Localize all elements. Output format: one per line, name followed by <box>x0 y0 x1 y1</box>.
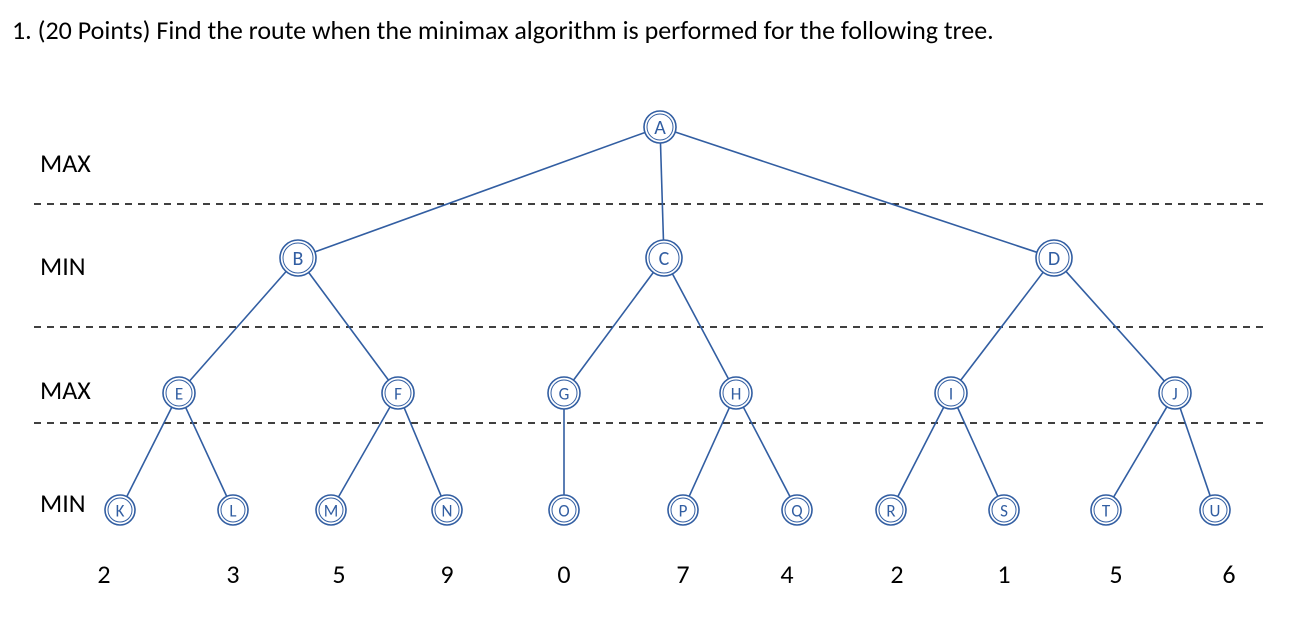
level-separators <box>34 204 1266 423</box>
node-label-R: R <box>886 501 895 522</box>
edge-E-K <box>127 407 172 496</box>
edge-F-M <box>338 407 390 497</box>
node-label-Q: Q <box>791 501 803 522</box>
leaf-value-S: 1 <box>997 558 1010 590</box>
leaf-value-T: 5 <box>1109 558 1122 590</box>
node-N: N <box>432 495 462 525</box>
edge-J-T <box>1114 407 1167 497</box>
edge-A-B <box>315 132 645 251</box>
node-label-P: P <box>679 501 688 522</box>
node-K: K <box>105 495 135 525</box>
node-label-B: B <box>293 247 304 271</box>
node-label-T: T <box>1102 501 1111 522</box>
leaf-values: 2 3 5 9 0 7 4 2 1 5 6 <box>97 558 1235 590</box>
node-J: J <box>1159 377 1191 409</box>
node-M: M <box>316 495 346 525</box>
edge-C-H <box>672 274 728 379</box>
edge-H-Q <box>743 407 790 497</box>
node-label-I: I <box>949 384 953 405</box>
node-G: G <box>548 377 580 409</box>
node-label-L: L <box>229 501 236 522</box>
edge-F-N <box>404 408 441 496</box>
node-label-K: K <box>116 501 125 522</box>
edge-A-D <box>675 132 1037 252</box>
edge-B-E <box>190 272 287 381</box>
edge-E-L <box>186 408 227 497</box>
node-E: E <box>163 377 195 409</box>
edge-D-J <box>1066 271 1164 381</box>
leaf-value-M: 5 <box>332 558 345 590</box>
node-C: C <box>646 240 682 276</box>
node-label-U: U <box>1210 501 1221 522</box>
node-R: R <box>876 495 906 525</box>
node-label-G: G <box>559 384 570 405</box>
node-label-O: O <box>558 501 569 522</box>
node-label-E: E <box>175 384 183 405</box>
node-S: S <box>989 495 1019 525</box>
leaf-value-R: 2 <box>890 558 903 590</box>
edge-A-C <box>660 143 663 240</box>
node-A: A <box>644 111 676 143</box>
minimax-tree: A B C D E F G H I J K L M N O P Q R S T U 2 3 5 9 0 7 4 2 1 5 6 <box>0 0 1300 626</box>
node-P: P <box>668 495 698 525</box>
node-label-C: C <box>659 247 670 271</box>
page: 1. (20 Points) Find the route when the m… <box>0 0 1300 626</box>
node-label-N: N <box>442 501 453 522</box>
leaf-value-U: 6 <box>1222 558 1235 590</box>
node-label-F: F <box>394 384 402 405</box>
node-O: O <box>549 495 579 525</box>
edge-I-S <box>958 408 998 497</box>
node-U: U <box>1200 495 1230 525</box>
node-T: T <box>1091 495 1121 525</box>
node-D: D <box>1036 240 1072 276</box>
node-B: B <box>280 240 316 276</box>
leaf-value-N: 9 <box>440 558 453 590</box>
node-label-J: J <box>1172 384 1177 405</box>
tree-edges <box>127 132 1210 497</box>
edge-I-R <box>898 407 944 496</box>
edge-D-I <box>961 272 1043 380</box>
node-label-H: H <box>731 384 742 405</box>
tree-nodes: A B C D E F G H I J K L M N O P Q R S T U <box>105 111 1230 525</box>
leaf-value-O: 0 <box>557 558 570 590</box>
node-H: H <box>720 377 752 409</box>
node-label-M: M <box>324 501 339 522</box>
leaf-value-K: 2 <box>97 558 110 590</box>
leaf-value-P: 7 <box>676 558 689 590</box>
node-L: L <box>218 495 248 525</box>
edge-H-P <box>689 408 729 497</box>
node-I: I <box>935 377 967 409</box>
node-label-S: S <box>1000 501 1008 522</box>
node-label-D: D <box>1048 247 1060 271</box>
node-F: F <box>382 377 414 409</box>
leaf-value-Q: 4 <box>780 558 793 590</box>
node-Q: Q <box>782 495 812 525</box>
leaf-value-L: 3 <box>226 558 239 590</box>
node-label-A: A <box>654 116 666 140</box>
edge-J-U <box>1180 408 1210 496</box>
